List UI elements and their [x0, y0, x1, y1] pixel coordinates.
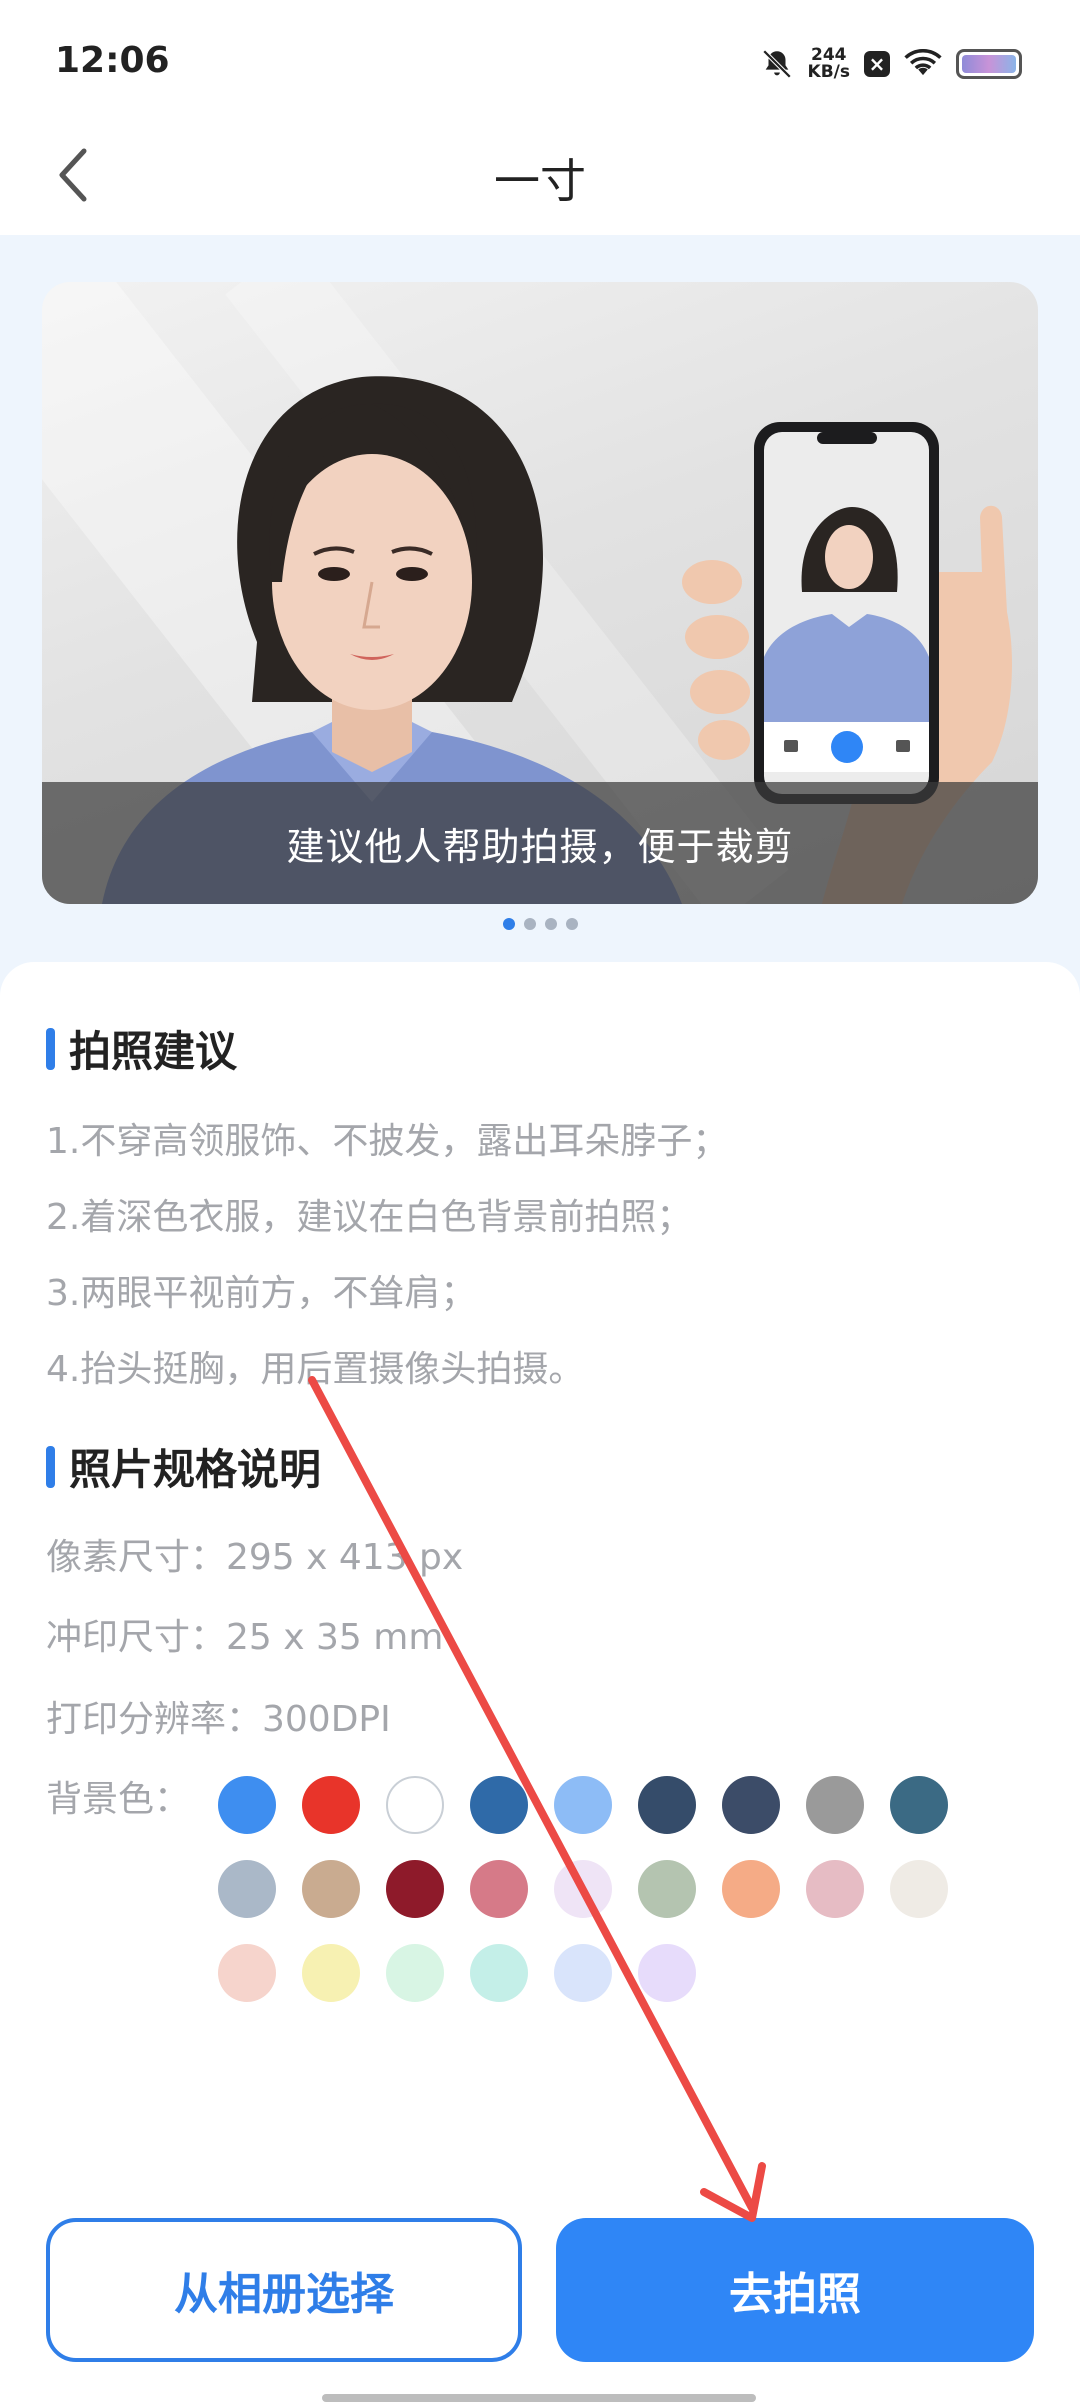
print-resolution-text: 打印分辨率：300DPI — [46, 1699, 391, 1740]
net-speed-unit: KB/s — [807, 62, 850, 82]
background-color-swatch[interactable] — [218, 1944, 276, 2002]
content-card — [0, 962, 1080, 2408]
background-color-swatch[interactable] — [890, 1776, 948, 1834]
background-color-swatch[interactable] — [638, 1860, 696, 1918]
background-color-swatch[interactable] — [386, 1776, 444, 1834]
caption-bar: 建议他人帮助拍摄，便于裁剪 — [42, 782, 1038, 904]
background-color-swatch[interactable] — [554, 1860, 612, 1918]
tip-item-4: 4.抬头挺胸，用后置摄像头拍摄。 — [46, 1349, 585, 1390]
background-color-swatch[interactable] — [638, 1776, 696, 1834]
carousel-caption: 建议他人帮助拍摄，便于裁剪 — [286, 824, 794, 869]
tips-section-title: 拍照建议 — [46, 1018, 237, 1079]
carousel-dot[interactable] — [565, 918, 578, 930]
net-speed: 244 KB/s — [808, 47, 850, 81]
tip-item-3: 3.两眼平视前方，不耸肩； — [46, 1273, 477, 1314]
tips-title-text: 拍照建议 — [69, 1027, 238, 1076]
background-color-swatch[interactable] — [722, 1860, 780, 1918]
background-color-swatch[interactable] — [890, 1860, 948, 1918]
background-color-swatch[interactable] — [218, 1776, 276, 1834]
battery-fill — [962, 55, 1016, 73]
background-color-swatch[interactable] — [806, 1776, 864, 1834]
print-size-text: 冲印尺寸：25 x 35 mm — [46, 1617, 444, 1658]
carousel-indicator — [0, 918, 1080, 930]
status-bar: 12:06 244 KB/s × — [0, 0, 1080, 125]
carousel-dot[interactable] — [502, 918, 515, 930]
close-box-icon: × — [864, 51, 890, 77]
wifi-icon — [904, 49, 942, 76]
page-title: 一寸 — [494, 154, 586, 208]
carousel-dot[interactable] — [544, 918, 557, 930]
background-color-swatch[interactable] — [470, 1860, 528, 1918]
background-color-swatch[interactable] — [218, 1860, 276, 1918]
background-color-swatch[interactable] — [638, 1944, 696, 2002]
home-indicator[interactable] — [322, 2394, 756, 2402]
status-time: 12:06 — [55, 40, 170, 81]
background-color-swatch[interactable] — [470, 1776, 528, 1834]
tip-item-1: 1.不穿高领服饰、不披发，露出耳朵脖子； — [46, 1121, 729, 1162]
carousel-dot[interactable] — [523, 918, 536, 930]
pixel-size-text: 像素尺寸：295 x 413 px — [46, 1537, 464, 1578]
spec-title-text: 照片规格说明 — [69, 1445, 322, 1494]
status-icons: 244 KB/s × — [760, 42, 1022, 86]
battery-icon — [956, 49, 1022, 79]
section-marker — [46, 1445, 55, 1488]
background-color-swatch[interactable] — [470, 1944, 528, 2002]
background-color-swatch[interactable] — [302, 1776, 360, 1834]
spec-section-title: 照片规格说明 — [46, 1436, 321, 1497]
background-color-swatch[interactable] — [554, 1944, 612, 2002]
example-carousel[interactable]: 建议他人帮助拍摄，便于裁剪 — [42, 282, 1038, 904]
nav-bar: 一寸 — [0, 125, 1080, 235]
tip-item-2: 2.着深色衣服，建议在白色背景前拍照； — [46, 1197, 693, 1238]
background-color-swatch[interactable] — [386, 1860, 444, 1918]
section-marker — [46, 1027, 55, 1070]
background-color-swatch[interactable] — [302, 1860, 360, 1918]
choose-from-album-button[interactable]: 从相册选择 — [46, 2218, 522, 2362]
take-photo-button[interactable]: 去拍照 — [556, 2218, 1034, 2362]
background-color-swatch[interactable] — [722, 1776, 780, 1834]
background-color-swatch[interactable] — [386, 1944, 444, 2002]
background-color-swatch[interactable] — [554, 1776, 612, 1834]
background-color-swatch[interactable] — [302, 1944, 360, 2002]
background-color-swatch[interactable] — [806, 1860, 864, 1918]
mute-icon — [762, 49, 791, 79]
background-color-label: 背景色： — [46, 1779, 191, 1820]
